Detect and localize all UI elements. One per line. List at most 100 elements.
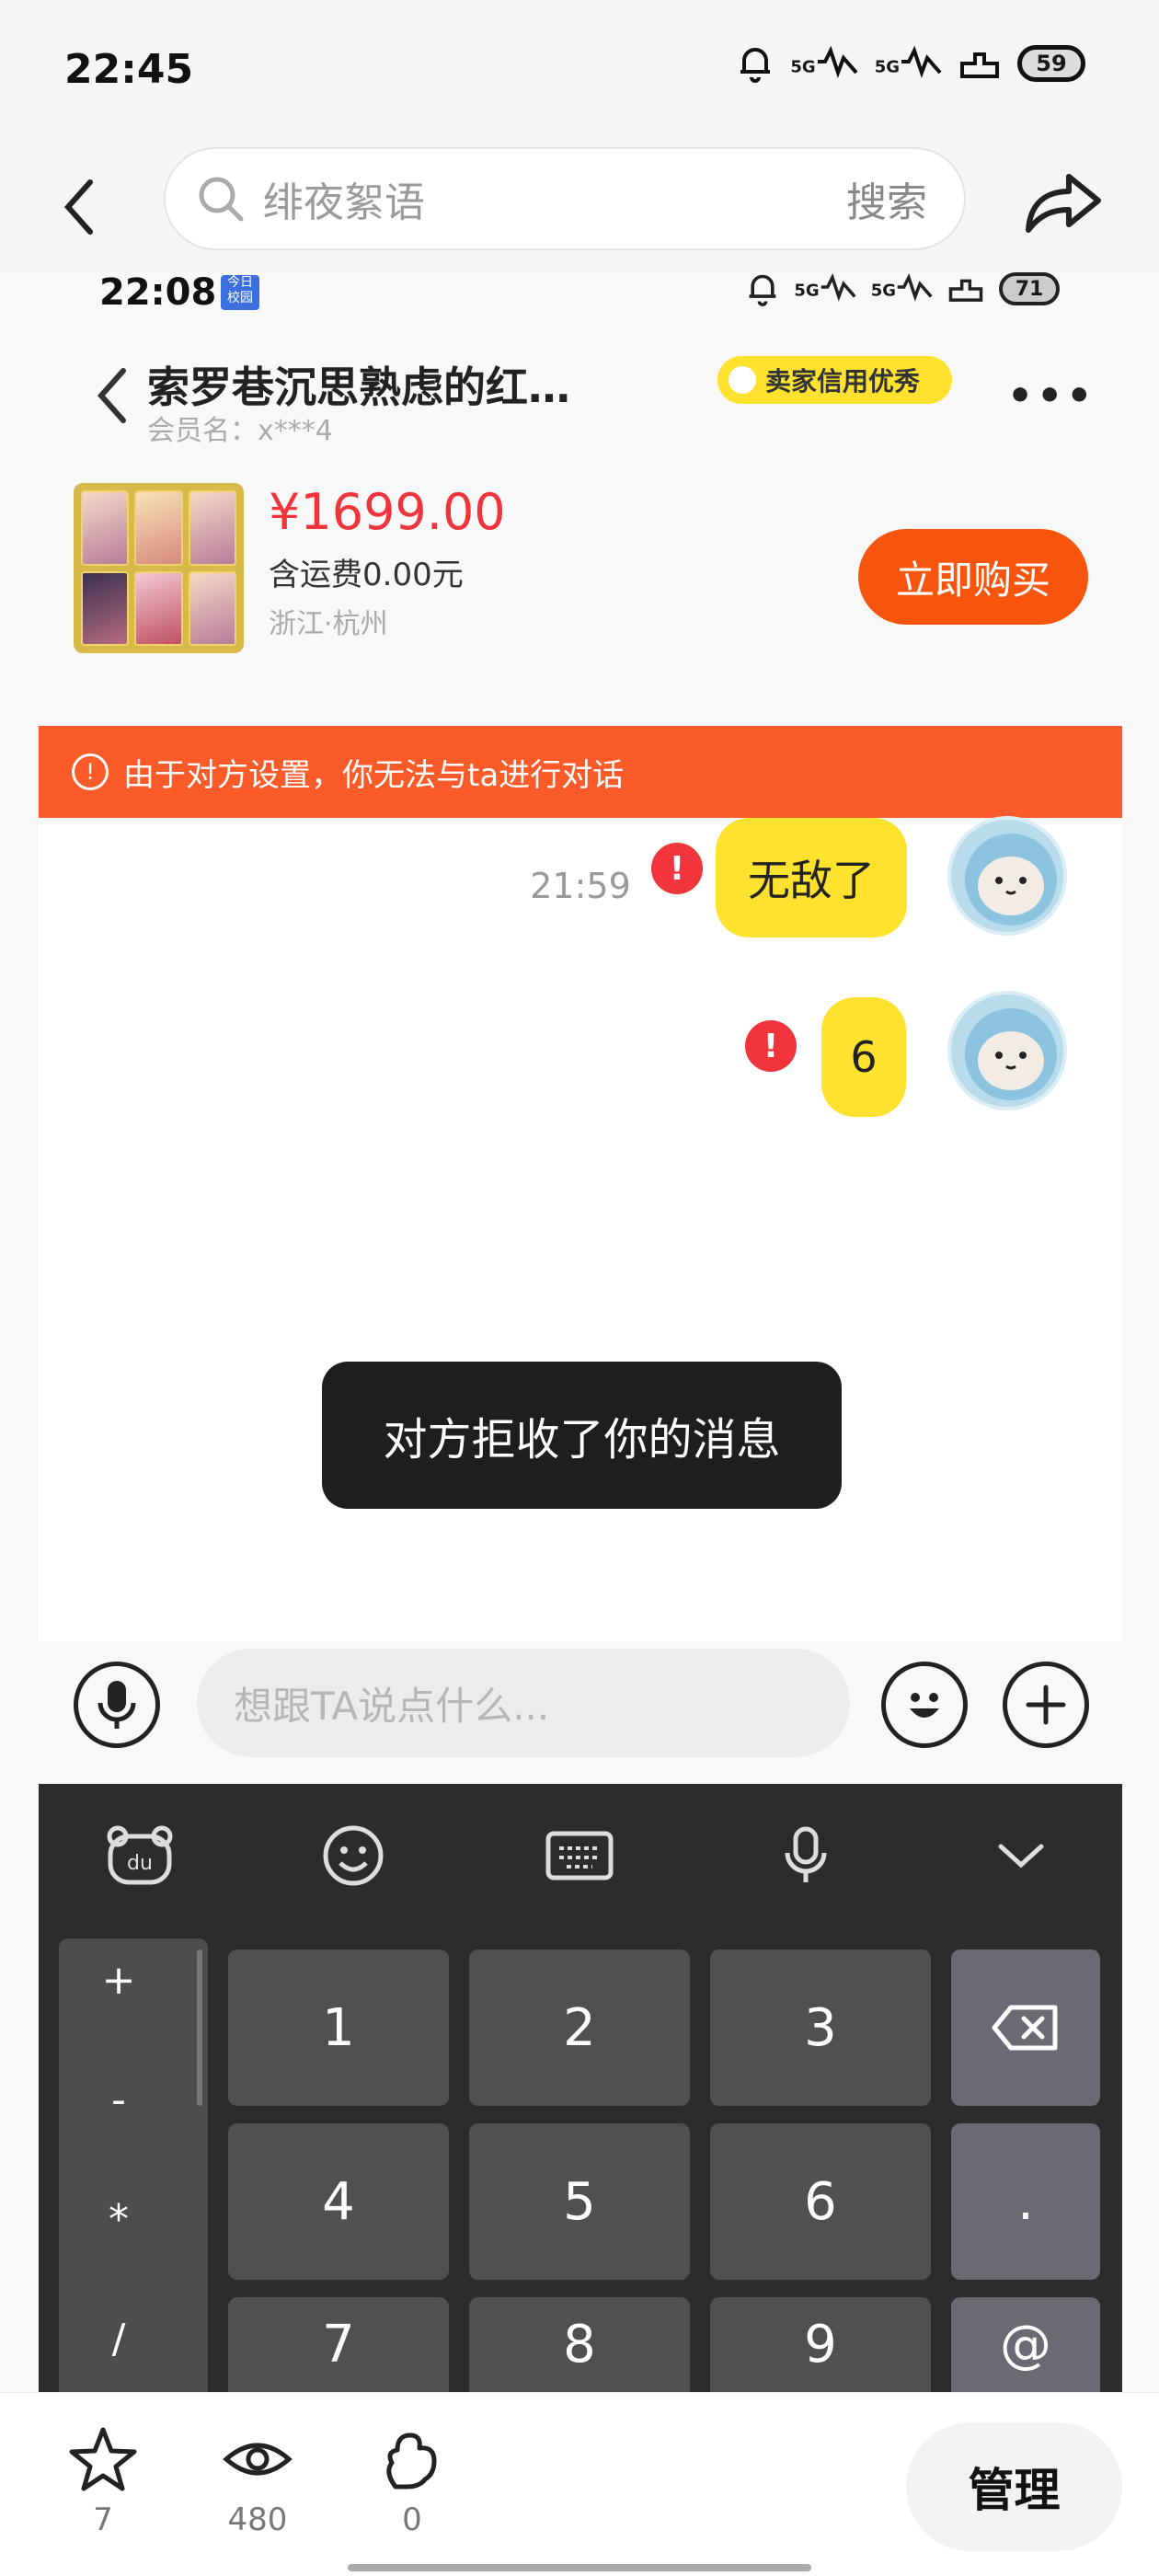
buy-now-button[interactable]: 立即购买 [858,529,1088,625]
search-icon [199,177,244,222]
avatar[interactable] [947,991,1067,1110]
signal-1-icon: 5G [794,272,856,305]
share-icon[interactable] [1021,166,1104,239]
emoji-icon [910,1693,939,1718]
favorite-button[interactable]: 7 [43,2426,163,2538]
plus-icon [1026,1685,1066,1725]
bell-icon [740,48,771,83]
inner-status-time: 22:08 [99,271,217,314]
key-2[interactable]: 2 [469,1949,690,2106]
seller-credit-label: 卖家信用优秀 [765,366,921,397]
chat-input-bar: 想跟TA说点什么... [39,1641,1122,1779]
add-button[interactable] [1003,1662,1089,1748]
more-icon[interactable]: ••• [1007,373,1096,420]
message-text: 无敌了 [748,856,875,905]
key-divide[interactable]: / [59,2316,178,2363]
backspace-icon [992,2005,1058,2051]
member-name: 会员名：x***4 [147,415,333,447]
key-dot[interactable]: . [951,2123,1100,2280]
manage-button[interactable]: 管理 [906,2422,1122,2551]
product-shipping: 含运费0.00元 [269,557,464,593]
keyboard-emoji-icon[interactable] [316,1819,390,1892]
message-text: 6 [850,1032,878,1082]
chat-title: 索罗巷沉思熟虑的红… [147,362,570,412]
home-indicator[interactable] [348,2564,811,2571]
key-9[interactable]: 9 [710,2297,931,2392]
product-thumbnail [74,483,244,653]
signal-2-icon: 5G [871,272,933,305]
key-plus[interactable]: + [59,1957,178,2004]
shared-screenshot: 22:08 今日 校园 5G 5G 71 索罗巷沉思熟虑的红… 会员名：x***… [0,271,1159,2392]
key-minus[interactable]: - [59,2076,178,2123]
hand-icon [386,2432,437,2490]
cat-avatar-icon [965,834,1057,926]
inner-status-bar: 22:08 今日 校园 5G 5G 71 [0,271,1159,340]
key-6[interactable]: 6 [710,2123,931,2280]
backspace-key[interactable] [951,1949,1100,2106]
status-time: 22:45 [64,46,194,93]
numeric-keyboard: du + - * / 1 2 3 4 5 6 . 7 8 9 @ [39,1784,1122,2392]
views-count: 480 [227,2501,288,2538]
keyboard-layout-icon[interactable] [543,1819,616,1892]
key-8[interactable]: 8 [469,2297,690,2392]
key-7[interactable]: 7 [228,2297,449,2392]
microphone-icon [98,1681,136,1729]
signal-2-icon: 5G [875,45,942,82]
bottom-action-bar: 7 480 0 管理 [0,2392,1159,2576]
warning-banner: ! 由于对方设置，你无法与ta进行对话 [39,726,1122,818]
back-arrow-icon[interactable] [55,175,110,239]
svg-text:du: du [127,1852,153,1875]
chat-back-icon[interactable] [92,363,132,428]
views-button[interactable]: 480 [198,2426,317,2538]
keyboard-logo-icon[interactable]: du [103,1819,177,1892]
message-bubble[interactable]: 6 [821,997,906,1117]
key-3[interactable]: 3 [710,1949,931,2106]
search-input[interactable]: 绯夜絮语 [263,169,846,228]
search-bar[interactable]: 绯夜絮语 搜索 [164,147,966,250]
info-icon: ! [72,753,109,790]
eye-icon [223,2443,293,2476]
signal-1-icon: 5G [790,45,858,82]
wifi-icon [948,279,983,302]
key-4[interactable]: 4 [228,2123,449,2280]
favorite-count: 7 [93,2501,113,2538]
product-card[interactable]: ¥1699.00 含运费0.00元 浙江·杭州 立即购买 [37,483,1122,667]
top-nav-bar: 绯夜絮语 搜索 [0,147,1159,271]
product-location: 浙江·杭州 [269,608,388,640]
status-icons: 5G 5G 59 [737,44,1085,83]
outer-status-bar: 22:45 5G 5G 59 [0,0,1159,147]
inner-status-icons: 5G 5G 71 [746,271,1060,306]
emoji-button[interactable] [881,1662,968,1748]
star-icon [69,2427,137,2491]
warning-text: 由于对方设置，你无法与ta进行对话 [123,756,625,794]
voice-button[interactable] [74,1662,160,1748]
key-at[interactable]: @ [951,2297,1100,2392]
inner-status-badge: 今日 校园 [221,275,259,310]
symbol-scrollbar [197,1949,202,2106]
smile-icon [729,366,756,394]
key-multiply[interactable]: * [59,2196,178,2243]
message-input[interactable]: 想跟TA说点什么... [197,1649,850,1757]
wifi-icon [960,52,999,78]
chat-header: 索罗巷沉思熟虑的红… 会员名：x***4 卖家信用优秀 ••• [0,345,1159,474]
seller-credit-badge: 卖家信用优秀 [717,356,952,404]
bell-icon [749,274,776,306]
cat-avatar-icon [965,1008,1057,1100]
key-5[interactable]: 5 [469,2123,690,2280]
keyboard-voice-icon[interactable] [769,1819,843,1892]
symbol-column[interactable]: + - * / [59,1938,208,2392]
search-button[interactable]: 搜索 [846,169,927,228]
key-1[interactable]: 1 [228,1949,449,2106]
battery-icon: 71 [999,272,1060,305]
message-bubble[interactable]: 无敌了 [716,818,907,937]
toast-message: 对方拒收了你的消息 [322,1362,842,1509]
battery-icon: 59 [1017,45,1085,82]
send-failed-icon[interactable]: ! [651,843,703,894]
avatar[interactable] [947,816,1067,936]
like-count: 0 [402,2501,422,2538]
collapse-keyboard-icon[interactable] [984,1819,1058,1892]
send-failed-icon[interactable]: ! [745,1020,797,1072]
like-button[interactable]: 0 [352,2426,472,2538]
product-price: ¥1699.00 [269,483,506,541]
chat-messages: 21:59 ! 无敌了 ! 6 对方拒收了你的消息 [39,816,1122,1641]
